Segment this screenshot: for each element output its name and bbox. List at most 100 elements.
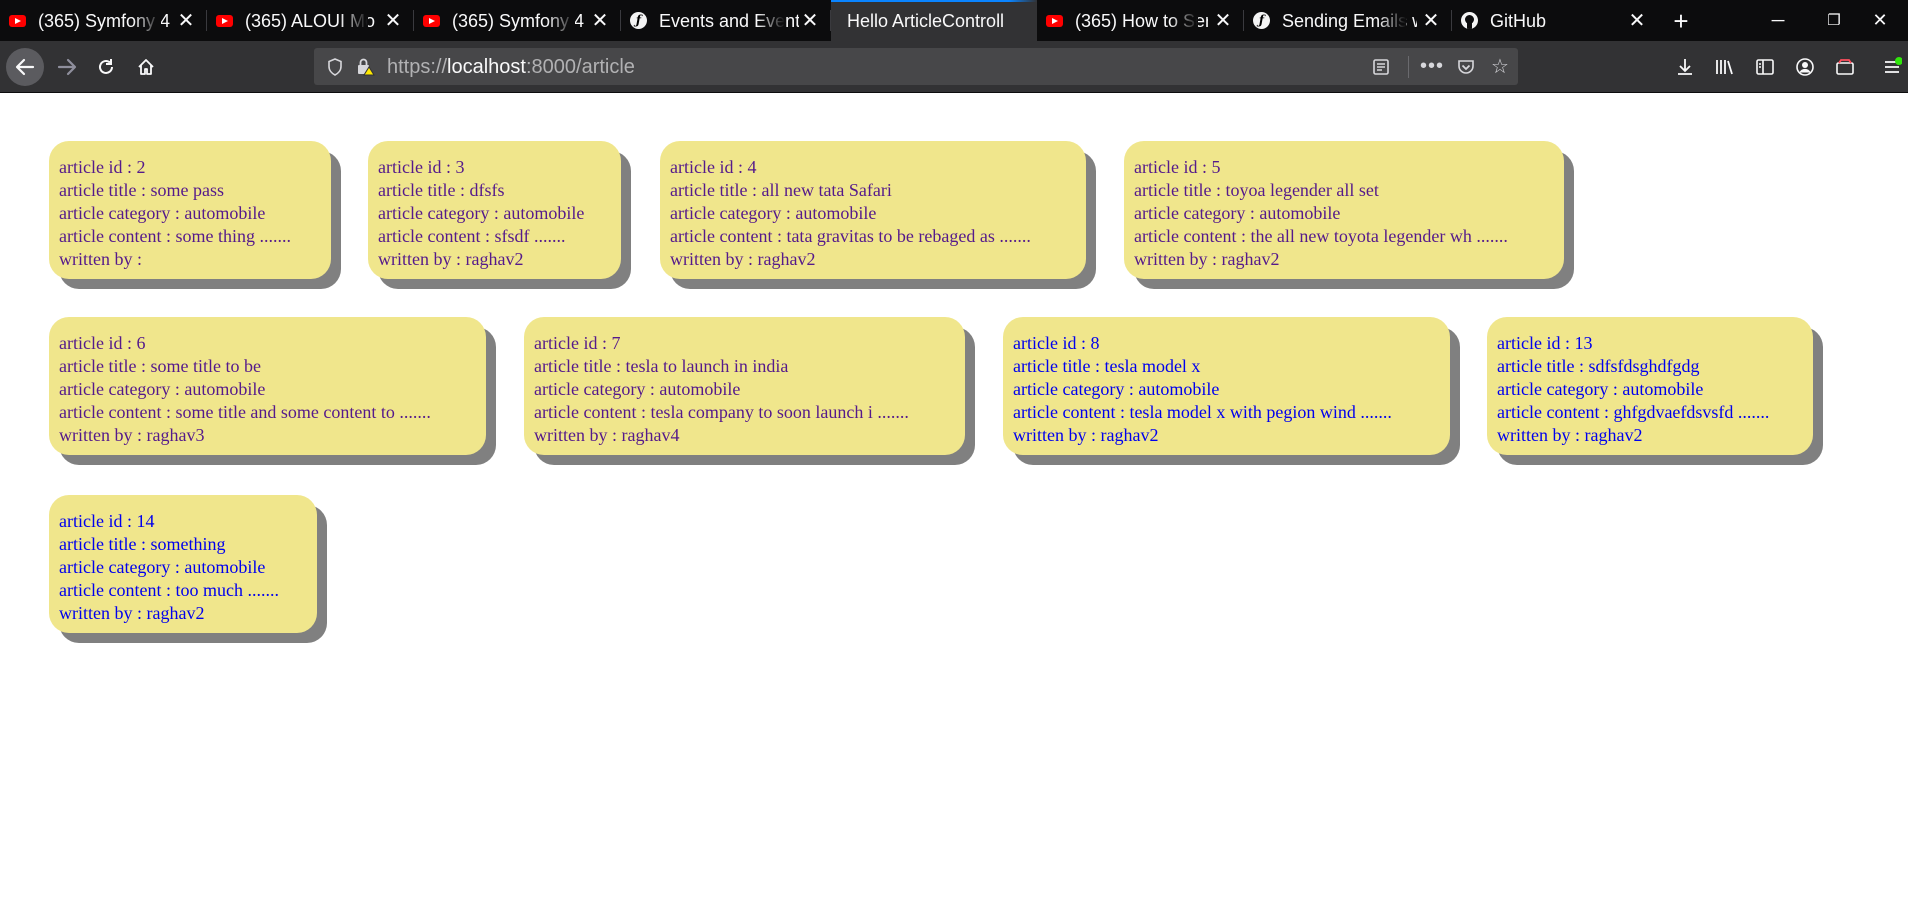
- article-category: article category : automobile: [534, 379, 741, 399]
- containers-button[interactable]: [1827, 48, 1863, 86]
- account-icon: [1796, 58, 1814, 76]
- close-icon[interactable]: ✕: [1627, 10, 1647, 32]
- article-content: article content : some thing .......: [59, 226, 291, 246]
- library-button[interactable]: [1707, 48, 1743, 86]
- home-icon: [138, 59, 154, 75]
- article-card[interactable]: article id : 8 article title : tesla mod…: [1003, 317, 1450, 455]
- article-card[interactable]: article id : 6 article title : some titl…: [49, 317, 486, 455]
- article-author: written by : raghav2: [670, 249, 816, 269]
- article-title: article title : dfsfs: [378, 180, 505, 200]
- window-close-button[interactable]: ✕: [1852, 0, 1908, 41]
- article-id: article id : 4: [670, 157, 757, 177]
- article-card[interactable]: article id : 5 article title : toyoa leg…: [1124, 141, 1564, 279]
- library-icon: [1716, 60, 1733, 75]
- url-text: https://localhost:8000/article: [387, 56, 635, 78]
- arrow-right-icon: [57, 58, 77, 76]
- article-title: article title : sdfsfdsghdfgdg: [1497, 356, 1700, 376]
- symfony-icon: ƒ: [630, 12, 647, 29]
- article-title: article title : something: [59, 534, 226, 554]
- minimize-button[interactable]: ─: [1750, 0, 1806, 41]
- article-content: article content : tesla company to soon …: [534, 402, 909, 422]
- sidebar-button[interactable]: [1747, 48, 1783, 86]
- article-id: article id : 13: [1497, 333, 1593, 353]
- github-icon: [1461, 12, 1478, 29]
- page-content: article id : 2 article title : some pass…: [0, 93, 1908, 909]
- pocket-icon[interactable]: [1451, 48, 1481, 85]
- article-category: article category : automobile: [1497, 379, 1704, 399]
- close-icon[interactable]: ✕: [176, 10, 196, 32]
- article-category: article category : automobile: [59, 379, 266, 399]
- browser-tab-7[interactable]: ƒ Sending Emails w ✕: [1244, 0, 1452, 41]
- reader-view-icon[interactable]: [1366, 48, 1396, 85]
- article-id: article id : 5: [1134, 157, 1221, 177]
- article-category: article category : automobile: [378, 203, 585, 223]
- article-content: article content : sfsdf .......: [378, 226, 566, 246]
- tracking-shield-icon[interactable]: [322, 48, 348, 85]
- article-author: written by : raghav2: [1497, 425, 1643, 445]
- article-card[interactable]: article id : 2 article title : some pass…: [49, 141, 331, 279]
- article-author: written by : raghav2: [59, 603, 205, 623]
- article-card[interactable]: article id : 3 article title : dfsfs art…: [368, 141, 621, 279]
- article-author: written by : raghav2: [378, 249, 524, 269]
- browser-tab-1[interactable]: (365) Symfony 4 ✕: [0, 0, 207, 41]
- article-id: article id : 8: [1013, 333, 1100, 353]
- article-card[interactable]: article id : 13 article title : sdfsfdsg…: [1487, 317, 1813, 455]
- article-card[interactable]: article id : 7 article title : tesla to …: [524, 317, 965, 455]
- youtube-icon: [423, 12, 440, 29]
- downloads-button[interactable]: [1667, 48, 1703, 86]
- browser-tab-6[interactable]: (365) How to Ser ✕: [1037, 0, 1244, 41]
- page-actions-icon[interactable]: •••: [1416, 48, 1448, 85]
- close-icon[interactable]: ✕: [800, 10, 820, 32]
- browser-tab-5-active[interactable]: Hello ArticleControll: [831, 0, 1037, 41]
- article-author: written by : raghav3: [59, 425, 205, 445]
- article-id: article id : 14: [59, 511, 155, 531]
- address-bar[interactable]: https://localhost:8000/article ••• ☆: [314, 48, 1518, 85]
- article-card[interactable]: article id : 4 article title : all new t…: [660, 141, 1086, 279]
- home-button[interactable]: [127, 48, 165, 86]
- browser-tab-3[interactable]: (365) Symfony 4 ✕: [414, 0, 621, 41]
- article-category: article category : automobile: [1013, 379, 1220, 399]
- browser-tab-2[interactable]: (365) ALOUI Mo ✕: [207, 0, 414, 41]
- article-content: article content : too much .......: [59, 580, 279, 600]
- article-id: article id : 3: [378, 157, 465, 177]
- close-icon[interactable]: ✕: [383, 10, 403, 32]
- download-icon: [1678, 59, 1692, 75]
- hamburger-menu-icon: [1885, 57, 1902, 73]
- article-category: article category : automobile: [59, 203, 266, 223]
- article-id: article id : 2: [59, 157, 146, 177]
- article-id: article id : 7: [534, 333, 621, 353]
- back-button[interactable]: [6, 48, 44, 86]
- forward-button[interactable]: [48, 48, 86, 86]
- article-title: article title : tesla to launch in india: [534, 356, 789, 376]
- tab-strip: (365) Symfony 4 ✕ (365) ALOUI Mo ✕ (365)…: [0, 0, 1908, 41]
- browser-tab-8[interactable]: GitHub ✕: [1452, 0, 1658, 41]
- insecure-lock-icon[interactable]: [352, 48, 378, 85]
- navigation-toolbar: https://localhost:8000/article ••• ☆: [0, 41, 1908, 93]
- account-button[interactable]: [1787, 48, 1823, 86]
- article-author: written by :: [59, 249, 142, 269]
- menu-button[interactable]: [1876, 48, 1908, 86]
- article-title: article title : tesla model x: [1013, 356, 1201, 376]
- article-category: article category : automobile: [1134, 203, 1341, 223]
- article-category: article category : automobile: [59, 557, 266, 577]
- article-author: written by : raghav2: [1134, 249, 1280, 269]
- container-icon: [1836, 59, 1854, 75]
- article-title: article title : all new tata Safari: [670, 180, 892, 200]
- bookmark-star-icon[interactable]: ☆: [1485, 48, 1515, 85]
- reload-button[interactable]: [87, 48, 125, 86]
- youtube-icon: [9, 12, 26, 29]
- close-icon[interactable]: ✕: [1421, 10, 1441, 32]
- article-title: article title : some title to be: [59, 356, 261, 376]
- new-tab-button[interactable]: +: [1666, 6, 1696, 36]
- youtube-icon: [1046, 12, 1063, 29]
- tab-label: GitHub: [1490, 11, 1547, 31]
- close-icon[interactable]: ✕: [1213, 10, 1233, 32]
- article-title: article title : some pass: [59, 180, 224, 200]
- browser-tab-4[interactable]: ƒ Events and Event ✕: [621, 0, 831, 41]
- youtube-icon: [216, 12, 233, 29]
- article-category: article category : automobile: [670, 203, 877, 223]
- arrow-left-icon: [15, 58, 35, 76]
- close-icon[interactable]: ✕: [590, 10, 610, 32]
- article-content: article content : tata gravitas to be re…: [670, 226, 1031, 246]
- article-card[interactable]: article id : 14 article title : somethin…: [49, 495, 317, 633]
